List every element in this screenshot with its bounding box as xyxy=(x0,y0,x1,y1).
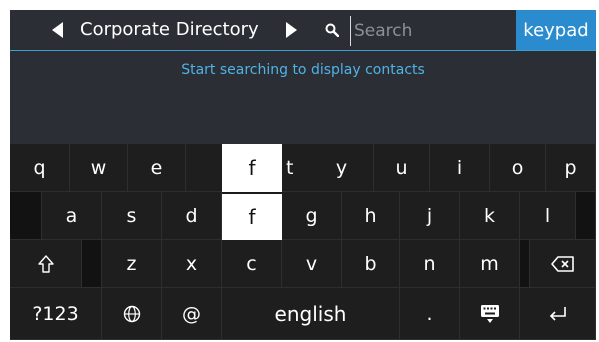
key-w[interactable]: w xyxy=(70,144,128,192)
key-x[interactable]: x xyxy=(162,240,222,288)
enter-key[interactable] xyxy=(520,288,596,340)
key-l[interactable]: l xyxy=(520,192,576,240)
at-key[interactable]: @ xyxy=(162,288,222,340)
row2-right-spacer xyxy=(576,192,596,240)
key-z[interactable]: z xyxy=(102,240,162,288)
empty-state-hint: Start searching to display contacts xyxy=(181,62,425,78)
keyboard-hide-icon xyxy=(480,304,499,323)
period-key[interactable]: . xyxy=(400,288,460,340)
key-i[interactable]: i xyxy=(430,144,490,192)
key-o[interactable]: o xyxy=(490,144,546,192)
hide-keyboard-key[interactable] xyxy=(460,288,520,340)
search-icon xyxy=(320,10,344,50)
key-preview-popup: f xyxy=(222,144,282,192)
key-d[interactable]: d xyxy=(162,192,222,240)
key-c[interactable]: c xyxy=(222,240,282,288)
key-y[interactable]: y xyxy=(310,144,374,192)
left-arrow-icon xyxy=(51,22,63,38)
header-bar: Corporate Directory keypad xyxy=(10,10,596,51)
symbols-key[interactable]: ?123 xyxy=(10,288,102,340)
key-p[interactable]: p xyxy=(546,144,596,192)
keypad-button[interactable]: keypad xyxy=(516,10,596,50)
app-screen: Corporate Directory keypad Start searchi… xyxy=(10,10,596,340)
key-h[interactable]: h xyxy=(342,192,400,240)
key-n[interactable]: n xyxy=(400,240,460,288)
key-j[interactable]: j xyxy=(400,192,460,240)
backspace-key[interactable] xyxy=(530,240,596,288)
next-arrow-button[interactable] xyxy=(276,10,306,50)
language-key[interactable] xyxy=(102,288,162,340)
key-a[interactable]: a xyxy=(42,192,102,240)
row3-left-spacer xyxy=(82,240,102,288)
key-f[interactable]: f xyxy=(222,194,282,240)
right-arrow-icon xyxy=(285,22,297,38)
shift-key[interactable] xyxy=(10,240,82,288)
key-q[interactable]: q xyxy=(10,144,70,192)
on-screen-keyboard: q w e r t y u i o p a s d g h j k l f f … xyxy=(10,144,596,340)
key-k[interactable]: k xyxy=(460,192,520,240)
globe-icon xyxy=(123,305,140,322)
search-input[interactable] xyxy=(350,16,506,46)
backspace-icon xyxy=(550,255,574,272)
key-u[interactable]: u xyxy=(374,144,430,192)
enter-icon xyxy=(549,306,566,321)
key-g[interactable]: g xyxy=(282,192,342,240)
key-b[interactable]: b xyxy=(342,240,400,288)
row2-left-spacer xyxy=(10,192,42,240)
prev-arrow-button[interactable] xyxy=(42,10,72,50)
key-v[interactable]: v xyxy=(282,240,342,288)
directory-title: Corporate Directory xyxy=(80,19,259,40)
key-m[interactable]: m xyxy=(460,240,520,288)
space-key[interactable]: english xyxy=(222,288,400,340)
row3-right-spacer xyxy=(520,240,530,288)
key-e[interactable]: e xyxy=(128,144,186,192)
key-s[interactable]: s xyxy=(102,192,162,240)
shift-icon xyxy=(37,254,54,273)
